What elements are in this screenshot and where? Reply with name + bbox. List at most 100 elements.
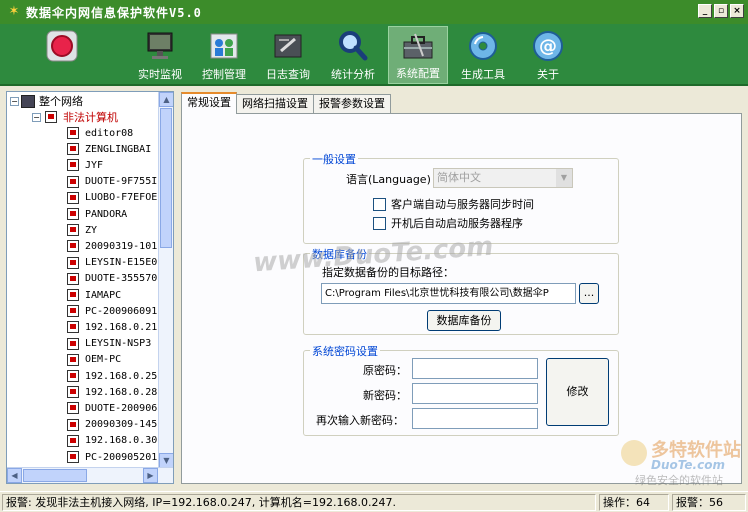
browse-button[interactable]: ... [579,283,599,304]
language-label: 语言(Language) [346,173,431,186]
tree-host-item[interactable]: 192.168.0.21 [67,319,157,335]
computer-icon [67,127,79,139]
sync-time-label: 客户端自动与服务器同步时间 [391,198,534,211]
computer-icon [67,159,79,172]
scroll-left-icon[interactable]: ◀ [7,468,22,483]
window-title: 数据伞内网信息保护软件V5.0 [26,5,202,20]
scroll-right-icon[interactable]: ▶ [143,468,158,483]
tree-host-item[interactable]: PC-200906091 [67,303,157,319]
collapse-icon[interactable]: − [32,112,41,122]
watermark-slogan: 绿色安全的软件站 [635,474,723,487]
tree-host-item[interactable]: JYF [67,157,103,173]
status-ops-count: 操作：64 [599,494,669,511]
network-icon [21,94,35,108]
computer-icon [67,370,79,382]
computer-icon [67,353,79,366]
host-label: PANDORA [85,208,128,220]
minimize-button[interactable]: _ [698,4,712,18]
tab-network-scan[interactable]: 网络扫描设置 [236,94,314,114]
checkbox-box[interactable] [373,197,386,211]
host-label: LEYSIN-E15E0 [85,257,158,269]
tree-root[interactable]: − 整个网络 [10,93,83,109]
tree-host-item[interactable]: LEYSIN-E15E0 [67,255,157,271]
host-label: 192.168.0.30 [85,435,158,447]
language-select-value: 简体中文 [437,171,481,184]
status-alarm-count: 报警：56 [672,494,746,511]
tree-host-item[interactable]: OEM-PC [67,352,121,368]
tree-host-item[interactable]: LUOBO-F7EFOE [67,190,157,206]
host-label: ZENGLINGBAI [85,143,152,155]
tree-group-illegal[interactable]: − 非法计算机 [32,109,118,125]
tree-host-item[interactable]: 192.168.0.28 [67,384,157,400]
tree-host-item[interactable]: 20090319-101 [67,238,157,254]
host-label: editor08 [85,127,134,139]
tree-host-item[interactable]: PC-200905201 [67,449,157,465]
scrollbar-thumb[interactable] [160,108,172,248]
confirm-password-label: 再次输入新密码： [316,414,404,427]
backup-path-field[interactable]: C:\Program Files\北京世忧科技有限公司\数据伞P [321,283,576,304]
status-bar: 报警: 发现非法主机接入网络, IP=192.168.0.247, 计算机名=1… [0,491,748,512]
sync-time-checkbox[interactable]: 客户端自动与服务器同步时间 [373,196,534,212]
checkbox-box[interactable] [373,216,386,230]
toolbar-about[interactable]: @ 关于 [518,26,578,84]
magnifier-icon [333,28,373,64]
tree-host-item[interactable]: editor08 [67,125,133,141]
computer-icon [67,175,79,188]
modify-password-button[interactable]: 修改 [546,358,609,426]
tree-host-item[interactable]: PANDORA [67,206,127,222]
toolbar-statistics[interactable]: 统计分析 [323,26,383,84]
close-button[interactable]: × [730,4,744,18]
tree-host-item[interactable]: ZY [67,222,97,238]
scrollbar-thumb[interactable] [23,469,87,482]
tree-horizontal-scrollbar[interactable]: ◀ ▶ [7,467,173,483]
new-password-field[interactable] [412,383,538,404]
scroll-down-icon[interactable]: ▼ [159,453,173,468]
tab-general[interactable]: 常规设置 [181,92,237,114]
monitor-icon [140,28,180,64]
db-backup-button[interactable]: 数据库备份 [427,310,501,331]
confirm-password-field[interactable] [412,408,538,429]
tree-host-item[interactable]: 20090309-145 [67,417,157,433]
at-sign-icon: @ [528,28,568,64]
general-settings-legend: 一般设置 [310,151,358,167]
toolbar-label: 日志查询 [266,68,310,81]
status-message: 报警: 发现非法主机接入网络, IP=192.168.0.247, 计算机名=1… [2,494,596,511]
tab-alarm-params[interactable]: 报警参数设置 [313,94,391,114]
tree-host-item[interactable]: DUOTE-355570 [67,271,157,287]
toolbar-record-button[interactable] [32,26,92,84]
tree-host-item[interactable]: DUOTE-200906 [67,400,157,416]
tree-host-item[interactable]: DUOTE-9F755I [67,174,157,190]
language-select[interactable]: 简体中文 ▼ [433,168,573,188]
tree-host-item[interactable]: IAMAPC [67,287,121,303]
toolbar-system-config[interactable]: 系统配置 [388,26,448,84]
toolbar-generate-tool[interactable]: 生成工具 [453,26,513,84]
toolbar-label: 系统配置 [396,67,440,80]
host-label: 20090319-101 [85,240,158,252]
scroll-up-icon[interactable]: ▲ [159,92,173,107]
computer-icon [67,256,79,269]
tab-panel-general: 一般设置 语言(Language) 简体中文 ▼ 客户端自动与服务器同步时间 开… [181,113,742,484]
network-tree[interactable]: − 整个网络 − 非法计算机 editor08 ZENGLINGBAI JYF DUO… [6,91,174,484]
host-label: DUOTE-200906 [85,402,158,414]
tree-host-item[interactable]: ZENGLINGBAI [67,141,151,157]
autostart-checkbox[interactable]: 开机后自动启动服务器程序 [373,215,523,231]
app-logo-icon: ✶ [8,4,20,19]
tree-host-item[interactable]: LEYSIN-NSP3 [67,336,151,352]
toolbar-log-query[interactable]: 日志查询 [258,26,318,84]
tree-group-label: 非法计算机 [63,111,118,124]
chevron-down-icon[interactable]: ▼ [556,169,572,187]
toolbar-control-management[interactable]: 控制管理 [194,26,254,84]
host-label: PC-200905201 [85,451,158,463]
restore-button[interactable]: ▫ [714,4,728,18]
host-label: LEYSIN-NSP3 [85,338,152,350]
toolbar-realtime-monitor[interactable]: 实时监视 [130,26,190,84]
tree-vertical-scrollbar[interactable]: ▲ ▼ [158,92,173,468]
tree-host-item[interactable]: 192.168.0.25 [67,368,157,384]
collapse-icon[interactable]: − [10,96,19,106]
tree-host-item[interactable]: 192.168.0.30 [67,433,157,449]
tree-root-label: 整个网络 [39,95,83,108]
old-password-field[interactable] [412,358,538,379]
toolbar-label: 实时监视 [138,68,182,81]
host-label: OEM-PC [85,354,122,366]
computer-icon [67,451,79,463]
